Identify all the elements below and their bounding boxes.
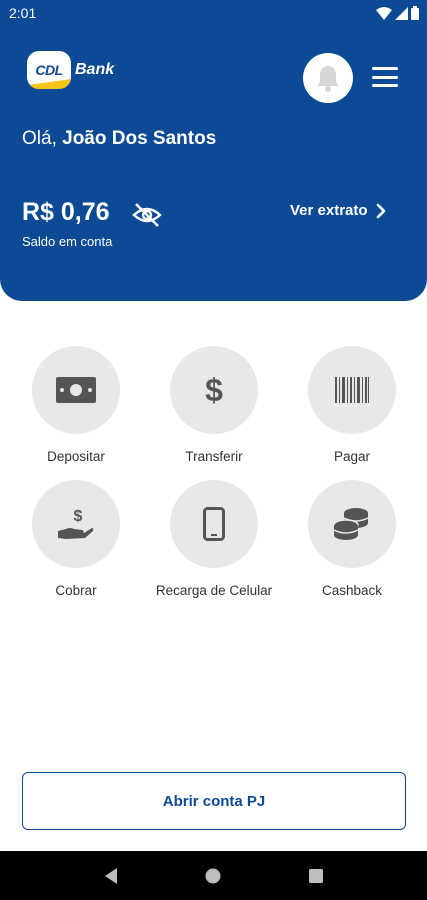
logo-text: Bank: [75, 61, 115, 78]
action-cobrar[interactable]: $ Cobrar: [11, 480, 141, 599]
action-label: Pagar: [333, 449, 371, 464]
action-circle: $: [170, 346, 258, 434]
action-circle: [308, 346, 396, 434]
back-icon[interactable]: [103, 867, 119, 885]
notifications-button[interactable]: [303, 53, 353, 103]
action-cashback[interactable]: Cashback: [287, 480, 417, 599]
battery-icon: [411, 6, 419, 20]
user-name: João Dos Santos: [62, 128, 217, 149]
status-bar: 2:01: [0, 0, 427, 26]
logo-badge: CDL: [27, 51, 71, 89]
action-circle: [170, 480, 258, 568]
action-circle: [308, 480, 396, 568]
action-recarga-celular[interactable]: Recarga de Celular: [149, 480, 279, 599]
cdl-bank-logo: CDL Bank: [27, 51, 114, 89]
coins-icon: [334, 508, 369, 540]
account-balance: R$ 0,76: [22, 198, 110, 226]
action-label: Recarga de Celular: [155, 583, 273, 598]
action-pagar[interactable]: Pagar: [287, 346, 417, 465]
system-nav-bar: [0, 851, 427, 900]
action-depositar[interactable]: Depositar: [11, 346, 141, 465]
menu-icon-bar: [372, 67, 398, 70]
action-label: Transferir: [185, 449, 243, 464]
action-label: Depositar: [47, 449, 105, 464]
svg-text:$: $: [205, 373, 223, 407]
header: 2:01 CDL Bank Olá, João Dos Santos R$ 0,…: [0, 0, 427, 301]
balance-label: Saldo em conta: [22, 234, 113, 249]
hand-dollar-icon: $: [58, 508, 94, 539]
action-label: Cashback: [321, 583, 383, 598]
phone-icon: [203, 507, 225, 541]
wifi-icon: [376, 6, 392, 20]
signal-icon: [395, 6, 408, 20]
view-statement-label: Ver extrato: [290, 202, 368, 219]
status-icons: [376, 6, 419, 20]
menu-icon-bar: [372, 84, 398, 87]
open-pj-account-button[interactable]: Abrir conta PJ: [22, 772, 406, 830]
greeting-prefix: Olá,: [22, 128, 63, 149]
view-statement-link[interactable]: Ver extrato: [290, 202, 386, 219]
bell-icon: [317, 66, 339, 92]
logo-badge-text: CDL: [35, 62, 63, 78]
action-circle: [32, 346, 120, 434]
svg-text:$: $: [74, 508, 83, 525]
menu-icon-bar: [372, 75, 398, 79]
home-icon[interactable]: [205, 868, 221, 884]
action-label: Cobrar: [55, 583, 97, 598]
cash-icon: [56, 377, 96, 403]
hide-balance-icon[interactable]: [131, 202, 163, 228]
recents-icon[interactable]: [308, 868, 324, 884]
status-time: 2:01: [9, 5, 37, 21]
action-circle: $: [32, 480, 120, 568]
menu-button[interactable]: [372, 65, 398, 89]
barcode-icon: [335, 377, 369, 403]
action-transferir[interactable]: $ Transferir: [149, 346, 279, 465]
greeting: Olá, João Dos Santos: [22, 128, 216, 150]
chevron-right-icon: [376, 203, 385, 218]
dollar-icon: $: [205, 373, 223, 407]
